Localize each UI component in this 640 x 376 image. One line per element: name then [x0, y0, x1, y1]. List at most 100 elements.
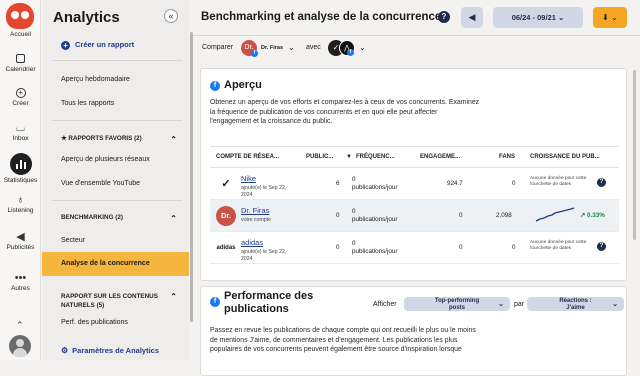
- adidas-logo-icon: adidas: [216, 238, 236, 258]
- main-scrollbar[interactable]: [633, 70, 636, 240]
- select-value: Top-performing: [434, 298, 480, 304]
- performance-card: f Performance des publications Afficher T…: [200, 286, 627, 376]
- overview-desc-line: l'engagement et la croissance du public.: [210, 118, 333, 126]
- account-name-link[interactable]: Dr. Firas: [241, 206, 269, 215]
- divider: [52, 200, 182, 201]
- sort-desc-icon[interactable]: ▼: [346, 154, 352, 160]
- chevron-up-icon[interactable]: ⌃: [16, 320, 24, 331]
- frequency-value: 0 publications/jour: [352, 176, 398, 192]
- chevron-down-icon: ⌄: [558, 13, 565, 22]
- account-added-date: ajouté(e) le Sep 22, 2024: [241, 185, 299, 198]
- no-data-line: Aucune donnée pour cette: [530, 240, 587, 245]
- col-fans[interactable]: FANS: [499, 154, 515, 160]
- no-data-line: fourchette de dates: [530, 246, 572, 251]
- section-benchmarking-label: BENCHMARKING (2): [61, 214, 123, 221]
- profile-dropdown-chevron-icon[interactable]: ⌄: [288, 43, 295, 52]
- growth-sparkline: [535, 207, 575, 222]
- col-frequency[interactable]: FRÉQUENC...: [356, 154, 395, 160]
- download-icon: ⬇ ⌄: [602, 13, 618, 22]
- account-added-date-year: 2024: [241, 191, 253, 198]
- sidebar-item-multi-network[interactable]: Aperçu de plusieurs réseaux: [42, 156, 189, 163]
- rail-item-inbox[interactable]: ⌴ Inbox: [0, 121, 41, 142]
- col-engagement[interactable]: ENGAGEME...: [420, 154, 460, 160]
- account-name-link[interactable]: Nike: [241, 174, 256, 183]
- sidebar-item-sector[interactable]: Secteur: [42, 237, 189, 244]
- date-range-picker[interactable]: 06/24 - 09/21 ⌄: [493, 7, 583, 28]
- facebook-icon: f: [347, 49, 354, 56]
- no-data-line: Aucune donnée pour cette: [530, 176, 587, 181]
- col-posts[interactable]: PUBLIC...: [306, 154, 333, 160]
- performance-title-line: publications: [224, 303, 289, 315]
- engagement-value: 0: [459, 212, 463, 219]
- rail-listening-label: Listening: [7, 207, 34, 214]
- rail-item-home[interactable]: Accueil: [0, 31, 41, 38]
- sidebar-item-youtube[interactable]: Vue d'ensemble YouTube: [42, 180, 189, 187]
- account-added-date: ajouté(e) le Sep 22, 2024: [241, 249, 299, 262]
- chevron-up-icon: ⌃: [170, 292, 177, 301]
- col-growth[interactable]: CROISSANCE DU PUB...: [530, 154, 600, 160]
- growth-percentage: ↗ 0.33%: [580, 212, 605, 219]
- select-value: Réactions :: [559, 298, 592, 304]
- rail-item-create[interactable]: + Créer: [0, 86, 41, 107]
- avatar[interactable]: [9, 335, 31, 357]
- col-account[interactable]: COMPTE DE RÉSEA...: [216, 154, 279, 160]
- sidebar-item-weekly[interactable]: Aperçu hebdomadaire: [42, 76, 189, 83]
- plus-icon: +: [61, 41, 70, 50]
- overview-desc-line: Obtenez un aperçu de vos efforts et comp…: [210, 99, 480, 106]
- rail-item-ads[interactable]: ◀ Publicités: [0, 230, 41, 251]
- engagement-value: 924.7: [447, 180, 463, 187]
- rail-item-more[interactable]: ••• Autres: [0, 271, 41, 292]
- left-rail: Accueil Calendrier + Créer ⌴ Inbox Statist…: [0, 0, 41, 360]
- rail-item-calendar[interactable]: Calendrier: [0, 52, 41, 73]
- rail-item-statistics[interactable]: Statistiques: [0, 153, 41, 184]
- section-benchmarking[interactable]: BENCHMARKING (2) ⌃: [42, 214, 189, 223]
- competitors-dropdown-chevron-icon[interactable]: ⌄: [359, 43, 366, 52]
- table-header: COMPTE DE RÉSEA... PUBLIC... ▼ FRÉQUENC.…: [210, 146, 619, 168]
- sidebar-item-post-performance[interactable]: Perf. des publications: [42, 319, 189, 326]
- divider: [52, 60, 182, 61]
- compare-bar: Comparer Dr. f Dr. Firas ⌄ avec ✓ ⋀ f ⌄: [193, 37, 640, 61]
- performance-desc-line: de mentions J'aime, de commentaires et d…: [210, 336, 458, 344]
- sidebar-item-all-reports[interactable]: Tous les rapports: [42, 100, 189, 107]
- table-row: ✓ Nike ajouté(e) le Sep 22, 2024 6 0 publi…: [210, 168, 619, 200]
- section-natural-content-label-2: NATURELS (5): [61, 302, 105, 309]
- with-label: avec: [306, 44, 321, 51]
- calendar-icon: [16, 54, 25, 63]
- account-subtitle: votre compte: [241, 217, 271, 223]
- help-icon[interactable]: ?: [438, 11, 450, 23]
- facebook-icon: f: [210, 297, 220, 307]
- frequency-number: 0: [352, 240, 356, 247]
- posts-value: 0: [336, 212, 340, 219]
- section-favorites[interactable]: ★ RAPPORTS FAVORIS (2) ⌃: [42, 135, 189, 144]
- fans-value: 2,098: [496, 212, 512, 219]
- no-data-line: fourchette de dates: [530, 182, 572, 187]
- account-added-date-text: ajouté(e) le Sep 22,: [241, 185, 287, 191]
- sidebar-title: Analytics: [53, 9, 120, 26]
- sidebar-item-competition[interactable]: Analyse de la concurrence: [42, 252, 189, 276]
- plus-circle-icon: +: [15, 88, 26, 98]
- rail-calendar-label: Calendrier: [5, 66, 36, 73]
- announcement-button[interactable]: ◀: [461, 7, 483, 28]
- performance-desc-line: Passez en revue les publications de chaq…: [210, 327, 476, 334]
- table-row: adidas adidas ajouté(e) le Sep 22, 2024 0…: [210, 232, 619, 264]
- metric-type-select[interactable]: Top-performing posts ⌄: [404, 297, 510, 311]
- account-added-date-year: 2024: [241, 255, 253, 262]
- frequency-unit: publications/jour: [352, 184, 398, 191]
- account-name-link[interactable]: adidas: [241, 238, 263, 247]
- chevron-up-icon: ⌃: [170, 135, 177, 144]
- help-icon[interactable]: ?: [597, 242, 606, 251]
- help-icon[interactable]: ?: [597, 178, 606, 187]
- reaction-type-select[interactable]: Réactions : J'aime ⌄: [527, 297, 624, 311]
- divider: [52, 120, 182, 121]
- overview-card: f Aperçu Obtenez un aperçu de vos effort…: [200, 68, 627, 281]
- section-natural-content[interactable]: RAPPORT SUR LES CONTENUS NATURELS (5) ⌃: [42, 292, 189, 310]
- performance-title-line: Performance des: [224, 290, 314, 302]
- rail-item-listening[interactable]: ♁ Listening: [0, 193, 41, 214]
- posts-value: 0: [336, 244, 340, 251]
- export-button[interactable]: ⬇ ⌄: [593, 7, 627, 28]
- analytics-settings-link[interactable]: Paramètres de Analytics: [61, 346, 159, 355]
- create-report-button[interactable]: + Créer un rapport: [61, 40, 134, 50]
- growth-no-data: Aucune donnée pour cette fourchette de da…: [530, 240, 592, 252]
- collapse-sidebar-button[interactable]: «: [164, 9, 178, 23]
- hootsuite-owl-icon[interactable]: [6, 3, 34, 29]
